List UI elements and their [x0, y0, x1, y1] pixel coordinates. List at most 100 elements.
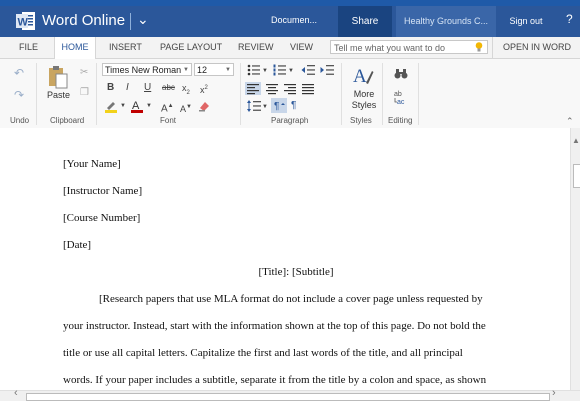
styles-icon[interactable]: A [352, 63, 374, 87]
font-color-icon[interactable]: A [130, 99, 144, 113]
collapse-ribbon-icon[interactable]: ⌃ [566, 116, 574, 126]
svg-text:¶: ¶ [274, 101, 279, 112]
header-line-instructor[interactable]: [Instructor Name] [63, 185, 142, 197]
undo-icon[interactable]: ↶ [14, 67, 24, 79]
dropdown-arrow-icon: ▼ [183, 67, 189, 73]
ribbon: ↶ ↷ Undo Paste ✂ ❐ Clipboard Times New R… [0, 59, 580, 129]
bold-button[interactable]: B [107, 83, 114, 93]
app-name[interactable]: Word Online [42, 12, 125, 29]
cut-icon[interactable]: ✂ [80, 68, 88, 78]
share-button[interactable]: Share [338, 6, 392, 37]
font-name-value: Times New Roman [105, 65, 182, 75]
align-right-icon[interactable] [283, 82, 297, 95]
scroll-left-icon[interactable]: ‹ [14, 387, 18, 399]
redo-icon[interactable]: ↷ [14, 89, 24, 101]
superscript-button[interactable]: x2 [200, 83, 208, 95]
shrink-font-button[interactable]: A▼ [180, 102, 192, 114]
horizontal-scrollbar[interactable]: ‹ › [0, 387, 580, 401]
tenant-name[interactable]: Healthy Grounds C... [396, 6, 496, 37]
underline-button[interactable]: U [144, 83, 151, 93]
decrease-indent-icon[interactable] [301, 64, 315, 76]
paste-icon[interactable] [47, 65, 69, 89]
vertical-scrollbar[interactable]: ▲ [570, 128, 580, 390]
open-in-word-button[interactable]: OPEN IN WORD [492, 37, 580, 58]
lightbulb-icon [475, 42, 483, 52]
highlight-icon[interactable] [104, 99, 120, 113]
title-separator [130, 13, 131, 30]
group-label-paragraph: Paragraph [271, 116, 309, 125]
group-label-editing: Editing [388, 116, 413, 125]
font-size-dropdown[interactable]: 12 ▼ [194, 63, 234, 76]
find-icon[interactable] [394, 68, 408, 80]
header-line-date[interactable]: [Date] [63, 239, 91, 251]
document-name[interactable]: Documen... [271, 15, 317, 25]
tab-home[interactable]: HOME [54, 37, 96, 59]
header-line-course[interactable]: [Course Number] [63, 212, 140, 224]
scroll-up-icon[interactable]: ▲ [572, 136, 580, 145]
align-center-icon[interactable] [265, 82, 279, 95]
rtl-direction-icon[interactable]: ¶ [291, 101, 296, 111]
body-line[interactable]: words. If your paper includes a subtitle… [63, 374, 486, 386]
ribbon-tab-bar: FILE HOME INSERT PAGE LAYOUT REVIEW VIEW… [0, 37, 580, 59]
subscript-button[interactable]: x2 [182, 83, 190, 98]
group-separator [382, 63, 383, 125]
word-logo-icon: W [16, 12, 35, 30]
font-size-value: 12 [197, 65, 208, 75]
grow-font-button[interactable]: A▲ [161, 101, 174, 114]
replace-icon[interactable]: ab ac [394, 89, 408, 105]
group-separator [96, 63, 97, 125]
grow-font-label: A [161, 103, 168, 115]
more-styles-button[interactable]: More Styles [348, 89, 380, 111]
chevron-down-icon[interactable]: ⌄ [137, 11, 149, 28]
group-separator [240, 63, 241, 125]
svg-text:ac: ac [397, 99, 405, 105]
strikethrough-button[interactable]: abc [162, 83, 175, 93]
group-label-clipboard: Clipboard [50, 116, 85, 125]
group-separator [36, 63, 37, 125]
copy-icon[interactable]: ❐ [80, 88, 89, 98]
tab-page-layout[interactable]: PAGE LAYOUT [160, 37, 222, 58]
help-icon[interactable]: ? [566, 12, 573, 26]
align-left-icon[interactable] [245, 82, 261, 95]
group-separator [341, 63, 342, 125]
scroll-right-icon[interactable]: › [552, 387, 556, 399]
sign-out-link[interactable]: Sign out [496, 6, 556, 37]
group-label-styles: Styles [350, 116, 372, 125]
increase-indent-icon[interactable] [320, 64, 334, 76]
justify-icon[interactable] [301, 82, 315, 95]
tab-view[interactable]: VIEW [290, 37, 313, 58]
header-line-name[interactable]: [Your Name] [63, 158, 121, 170]
paste-label[interactable]: Paste [47, 90, 70, 100]
font-name-dropdown[interactable]: Times New Roman ▼ [102, 63, 192, 76]
line-spacing-icon[interactable] [247, 100, 261, 112]
tell-me-placeholder: Tell me what you want to do [334, 43, 446, 53]
dropdown-arrow-icon[interactable]: ▼ [288, 66, 294, 76]
document-canvas[interactable]: [Your Name] [Instructor Name] [Course Nu… [0, 128, 570, 390]
numbering-icon[interactable] [273, 64, 287, 76]
italic-button[interactable]: I [126, 83, 129, 93]
clear-formatting-icon[interactable] [198, 100, 210, 112]
tab-review[interactable]: REVIEW [238, 37, 274, 58]
dropdown-arrow-icon: ▼ [225, 67, 231, 73]
tell-me-input[interactable]: Tell me what you want to do [330, 40, 488, 54]
paper-title[interactable]: [Title]: [Subtitle] [0, 266, 570, 278]
svg-text:A: A [353, 66, 367, 87]
dropdown-arrow-icon[interactable]: ▼ [146, 101, 152, 111]
body-line[interactable]: [Research papers that use MLA format do … [99, 293, 483, 305]
dropdown-arrow-icon[interactable]: ▼ [262, 66, 268, 76]
tab-file[interactable]: FILE [19, 37, 38, 58]
body-line[interactable]: title or use all capital letters. Capita… [63, 347, 463, 359]
group-separator [418, 63, 419, 125]
bullets-icon[interactable] [247, 64, 261, 76]
group-label-font: Font [160, 116, 177, 125]
svg-text:W: W [18, 17, 29, 29]
body-line[interactable]: your instructor. Instead, start with the… [63, 320, 486, 332]
dropdown-arrow-icon[interactable]: ▼ [262, 102, 268, 112]
vertical-scroll-thumb[interactable] [573, 164, 580, 188]
svg-text:ab: ab [394, 91, 402, 98]
tab-insert[interactable]: INSERT [109, 37, 142, 58]
group-label-undo: Undo [10, 116, 30, 125]
ltr-direction-icon[interactable]: ¶ [271, 98, 287, 113]
title-bar: W Word Online ⌄ Documen... Share Healthy… [0, 6, 580, 37]
dropdown-arrow-icon[interactable]: ▼ [120, 101, 126, 111]
